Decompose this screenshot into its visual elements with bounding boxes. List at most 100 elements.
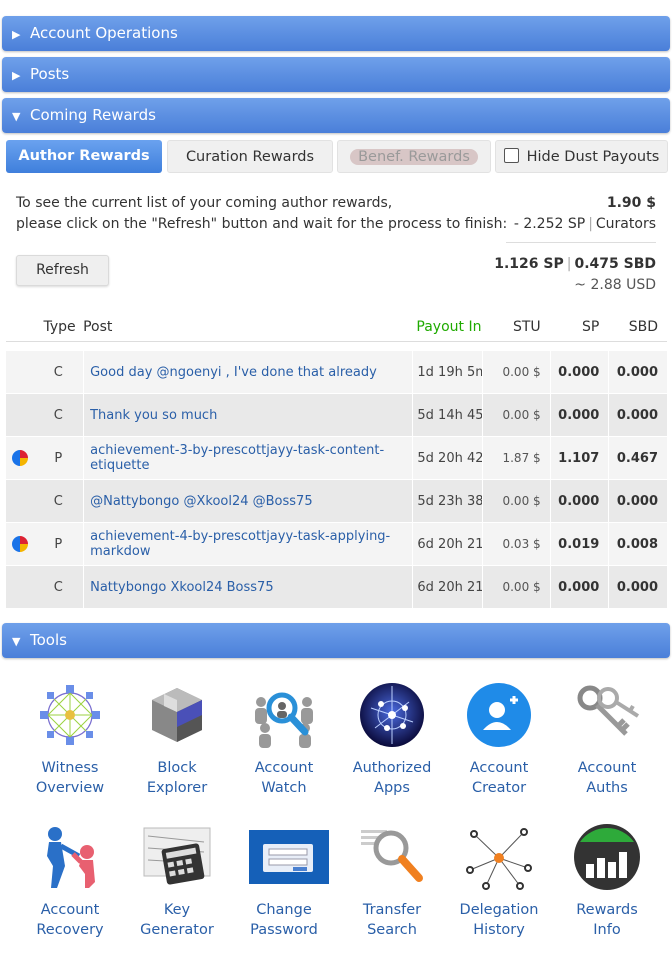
tool-label-line1[interactable]: Block [123,758,231,778]
sbd-total: 0.475 SBD [574,256,656,272]
coming-rewards-header[interactable]: ▼ Coming Rewards [2,98,670,133]
tool-label-line2[interactable]: Password [230,920,338,940]
row-post-link[interactable]: Nattybongo Xkool24 Boss75 [83,566,413,609]
tool-label-line2[interactable]: Info [553,920,661,940]
tool-label-line1[interactable]: Rewards [553,900,661,920]
row-sbd: 0.467 [608,437,667,480]
row-type: C [33,394,84,437]
row-post-link[interactable]: achievement-3-by-prescottjayy-task-conte… [83,437,413,480]
row-post-link[interactable]: @Nattybongo @Xkool24 @Boss75 [83,480,413,523]
tool-change-password[interactable]: Change Password [230,822,338,940]
row-post-link[interactable]: Good day @ngoenyi , I've done that alrea… [83,351,413,394]
tool-label-line2[interactable]: Overview [16,778,124,798]
cubes-icon[interactable] [142,680,212,750]
tool-account-creator[interactable]: Account Creator [445,680,553,798]
add-user-icon[interactable] [464,680,534,750]
row-sbd: 0.000 [608,351,667,394]
login-form-icon[interactable] [249,822,329,892]
row-payout-in: 6d 20h 21 [412,523,483,566]
tool-key-generator[interactable]: Key Generator [123,822,231,940]
tool-label-line1[interactable]: Account [553,758,661,778]
account-operations-header[interactable]: ▶ Account Operations [2,16,670,51]
tool-account-watch[interactable]: Account Watch [230,680,338,798]
tool-label-line2[interactable]: Auths [553,778,661,798]
row-sp: 1.107 [549,437,609,480]
tool-label-line2[interactable]: Apps [338,778,446,798]
row-payout-in: 1d 19h 5m [412,351,483,394]
row-sp: 0.000 [549,566,609,609]
tab-author-rewards[interactable]: Author Rewards [6,140,162,173]
tools-header[interactable]: ▼ Tools [2,623,670,658]
bar-chart-icon[interactable] [572,822,642,892]
delegation-graph-icon[interactable] [464,822,534,892]
tool-rewards-info[interactable]: Rewards Info [553,822,661,940]
row-type: C [33,480,84,523]
keys-icon[interactable] [572,680,642,750]
search-icon[interactable] [357,822,427,892]
table-row: C Nattybongo Xkool24 Boss75 6d 20h 21 0.00 … [6,566,667,609]
magnifier-people-icon[interactable] [249,680,319,750]
helping-hand-icon[interactable] [35,822,105,892]
triangle-down-icon: ▼ [12,110,21,123]
tool-label-line2[interactable]: Search [338,920,446,940]
posts-header[interactable]: ▶ Posts [2,57,670,92]
row-payout-in: 5d 23h 38 [412,480,483,523]
row-stu: 0.00 $ [482,480,550,523]
tool-block-explorer[interactable]: Block Explorer [123,680,231,798]
row-type: C [33,351,84,394]
pie-chart-icon[interactable] [11,536,28,552]
tool-authorized-apps[interactable]: Authorized Apps [338,680,446,798]
tool-label-line2[interactable]: Creator [445,778,553,798]
tool-label-line1[interactable]: Authorized [338,758,446,778]
row-sp: 0.000 [549,480,609,523]
row-post-link[interactable]: achievement-4-by-prescottjayy-task-apply… [83,523,413,566]
tool-label-line2[interactable]: Recovery [16,920,124,940]
tool-label-line2[interactable]: Explorer [123,778,231,798]
tool-label-line2[interactable]: Watch [230,778,338,798]
hide-dust-payouts-toggle[interactable]: Hide Dust Payouts [495,140,668,173]
triangle-right-icon: ▶ [12,28,21,41]
tool-label-line1[interactable]: Witness [16,758,124,778]
row-sp: 0.000 [549,394,609,437]
tool-label-line1[interactable]: Transfer [338,900,446,920]
row-icon-cell [6,351,34,394]
table-row: Pachievement-4-by-prescottjayy-task-appl… [6,523,667,566]
tab-benef-rewards[interactable]: Benef. Rewards [337,140,491,173]
col-sbd[interactable]: SBD [608,313,667,342]
tool-delegation-history[interactable]: Delegation History [445,822,553,940]
col-stu[interactable]: STU [482,313,550,342]
row-post-link[interactable]: Thank you so much [83,394,413,437]
tool-label-line1[interactable]: Key [123,900,231,920]
col-payout-in[interactable]: Payout In [412,313,483,342]
refresh-button[interactable]: Refresh [16,255,109,286]
hide-dust-checkbox[interactable] [503,148,519,163]
row-payout-in: 5d 14h 45 [412,394,483,437]
network-sphere-icon[interactable] [357,680,427,750]
row-stu: 0.03 $ [482,523,550,566]
rewards-summary-top: 1.90 $ - 2.252 SP | Curators [513,195,656,232]
row-icon-cell [6,437,34,480]
row-type: C [33,566,84,609]
tab-curation-rewards[interactable]: Curation Rewards [167,140,333,173]
tool-account-recovery[interactable]: Account Recovery [16,822,124,940]
tool-label-line2[interactable]: Generator [123,920,231,940]
tool-label-line1[interactable]: Change [230,900,338,920]
tool-label-line1[interactable]: Account [16,900,124,920]
col-type[interactable]: Type [33,313,84,342]
col-sp[interactable]: SP [549,313,609,342]
tool-label-line1[interactable]: Delegation [445,900,553,920]
sp-total: 1.126 SP [494,256,564,272]
pie-chart-icon[interactable] [11,450,28,466]
tool-label-line2[interactable]: History [445,920,553,940]
tool-label-line1[interactable]: Account [230,758,338,778]
tool-account-auths[interactable]: Account Auths [553,680,661,798]
row-type: P [33,523,84,566]
calculator-icon[interactable] [142,822,212,892]
col-post[interactable]: Post [83,313,413,342]
tool-label-line1[interactable]: Account [445,758,553,778]
witness-network-icon[interactable] [35,680,105,750]
row-type: P [33,437,84,480]
tool-transfer-search[interactable]: Transfer Search [338,822,446,940]
tool-witness-overview[interactable]: Witness Overview [16,680,124,798]
row-icon-cell [6,394,34,437]
